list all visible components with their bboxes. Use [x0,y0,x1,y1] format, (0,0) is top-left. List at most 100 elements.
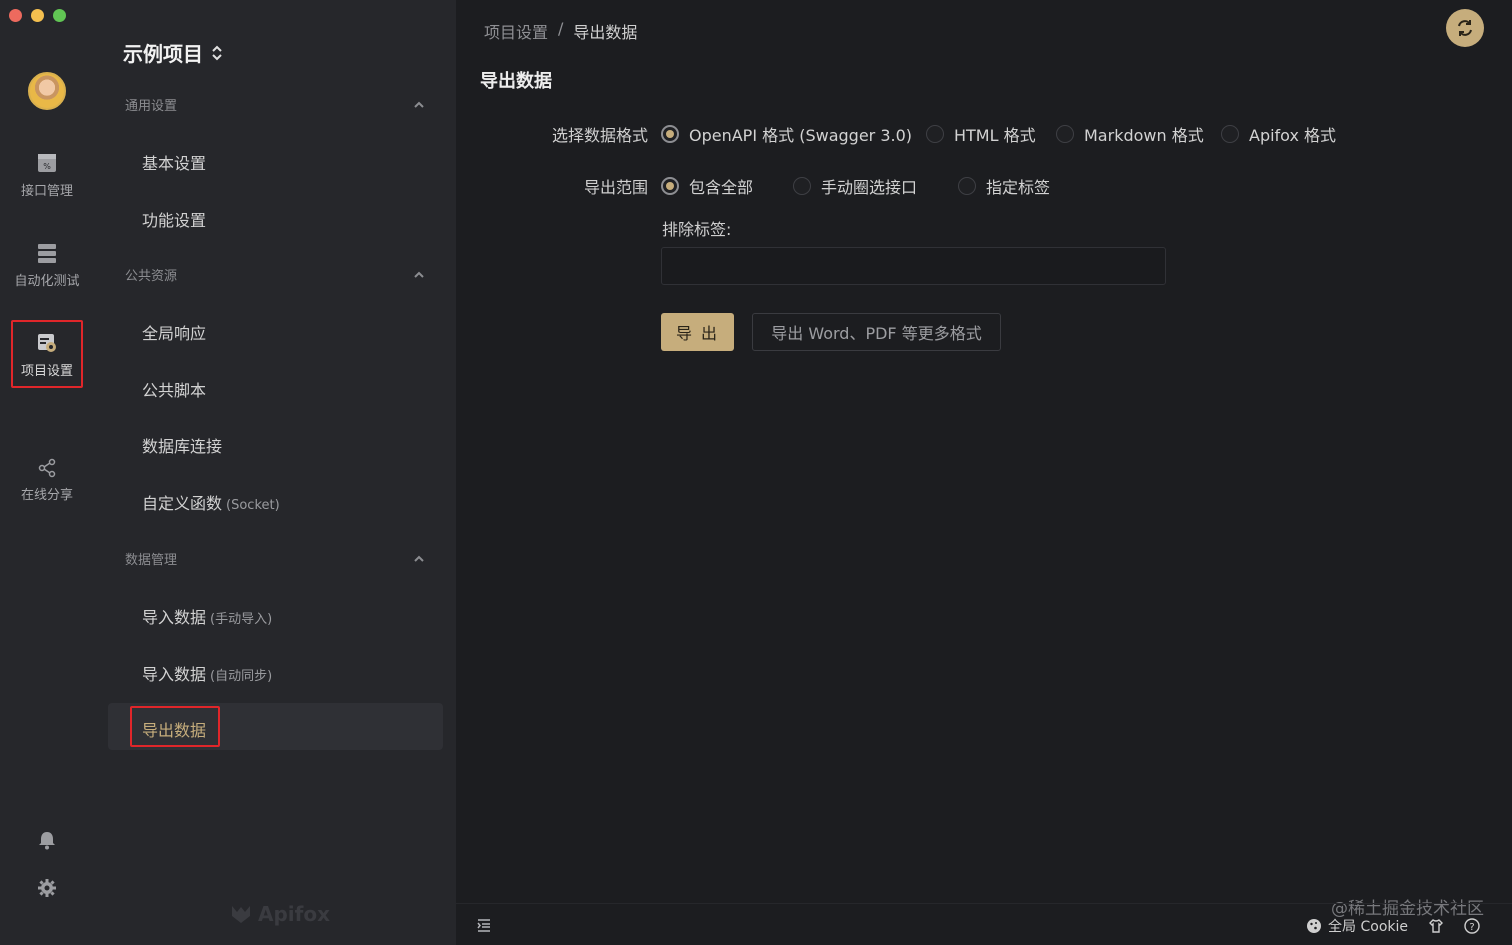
rail-item-automation[interactable]: 自动化测试 [0,242,94,289]
apifox-logo-icon [232,906,250,923]
exclude-tags-label: 排除标签: [662,220,732,239]
radio-indicator [661,177,679,195]
radio-indicator [958,177,976,195]
menu-item-label: 数据库连接 [142,437,223,456]
highlight-box [11,320,83,388]
menu-item-label: 全局响应 [142,324,207,343]
share-icon [38,458,56,478]
breadcrumb-item[interactable]: 项目设置 [484,19,548,43]
radio-format-markdown[interactable]: Markdown 格式 [1056,122,1204,146]
menu-item-sublabel: (手动导入) [210,612,273,627]
rail-item-project-settings[interactable]: 项目设置 [0,320,94,388]
menu-item-label: 公共脚本 [142,381,207,400]
status-right: 全局 Cookie ? [1306,916,1480,936]
bell-icon [39,832,55,850]
menu-item-import-auto[interactable]: 导入数据 (自动同步) [142,661,272,685]
menu-item-custom-functions[interactable]: 自定义函数 (Socket) [142,490,280,514]
app-window: % 接口管理 自动化测试 项目设置 在线分享 示例项目 通用设置 基本设置 功能… [0,0,1512,945]
radio-scope-manual[interactable]: 手动圈选接口 [793,174,917,198]
radio-scope-tags[interactable]: 指定标签 [958,174,1050,198]
status-bar: 全局 Cookie ? [456,903,1512,945]
theme-button[interactable] [1428,918,1444,934]
menu-item-label: 基本设置 [142,154,207,173]
global-cookie-button[interactable]: 全局 Cookie [1306,916,1408,936]
breadcrumb: 项目设置 / 导出数据 [484,19,637,43]
breadcrumb-current: 导出数据 [573,23,638,42]
settings-panel: 示例项目 通用设置 基本设置 功能设置 公共资源 全局响应 公共脚本 数据库连接… [94,0,456,945]
radio-label: Apifox 格式 [1249,126,1337,145]
radio-label: HTML 格式 [954,126,1036,145]
rail-item-api[interactable]: % 接口管理 [0,152,94,199]
menu-item-public-scripts[interactable]: 公共脚本 [142,377,206,401]
breadcrumb-separator: / [558,19,564,38]
rail-item-share[interactable]: 在线分享 [0,458,94,503]
brand-logo: Apifox [230,902,330,926]
settings-button[interactable] [0,878,94,904]
menu-item-feature-settings[interactable]: 功能设置 [142,207,206,231]
radio-scope-all[interactable]: 包含全部 [661,174,753,198]
scope-label: 导出范围 [583,178,648,197]
chevron-up-icon [414,101,424,108]
rail-item-label: 接口管理 [20,184,73,199]
menu-item-label: 自定义函数 [142,494,223,513]
section-general-settings[interactable]: 通用设置 [125,95,425,114]
menu-item-sublabel: (自动同步) [210,669,273,684]
section-public-resources[interactable]: 公共资源 [125,265,425,284]
menu-item-basic-settings[interactable]: 基本设置 [142,150,206,174]
close-window-button[interactable] [9,9,22,22]
help-button[interactable]: ? [1464,918,1480,934]
notifications-button[interactable] [0,830,94,856]
menu-item-global-response[interactable]: 全局响应 [142,320,206,344]
left-rail: % 接口管理 自动化测试 项目设置 在线分享 [0,0,94,945]
radio-indicator [926,125,944,143]
radio-label: 指定标签 [986,178,1051,197]
exclude-tags-input[interactable] [661,247,1166,285]
project-switcher[interactable]: 示例项目 [123,38,223,67]
project-title: 示例项目 [123,42,203,66]
radio-label: Markdown 格式 [1084,126,1204,145]
chevron-updown-icon [212,45,222,60]
brand-name: Apifox [258,902,330,926]
radio-format-apifox[interactable]: Apifox 格式 [1221,122,1336,146]
menu-item-import-manual[interactable]: 导入数据 (手动导入) [142,604,272,628]
format-label: 选择数据格式 [551,126,648,145]
section-title: 通用设置 [125,99,178,114]
avatar[interactable] [28,72,66,110]
menu-item-label: 功能设置 [142,211,207,230]
menu-item-database-connection[interactable]: 数据库连接 [142,433,222,457]
radio-format-openapi[interactable]: OpenAPI 格式 (Swagger 3.0) [661,122,912,146]
main-content: 项目设置 / 导出数据 导出数据 选择数据格式 OpenAPI 格式 (Swag… [456,0,1512,945]
api-icon: % [38,154,56,172]
export-button[interactable]: 导 出 [661,313,734,351]
export-more-formats-button[interactable]: 导出 Word、PDF 等更多格式 [752,313,1001,351]
rail-item-label: 自动化测试 [14,274,80,289]
section-data-management[interactable]: 数据管理 [125,549,425,568]
radio-indicator [1221,125,1239,143]
chevron-up-icon [414,555,424,562]
radio-label: 包含全部 [689,178,754,197]
menu-item-label: 导入数据 [142,665,207,684]
section-title: 公共资源 [125,269,178,284]
radio-format-html[interactable]: HTML 格式 [926,122,1036,146]
minimize-window-button[interactable] [31,9,44,22]
menu-item-label: 导入数据 [142,608,207,627]
help-icon: ? [1464,918,1480,934]
radio-label: 手动圈选接口 [821,178,918,197]
test-icon [38,244,56,263]
indent-icon [477,919,490,932]
toggle-sidebar-button[interactable] [476,917,492,937]
radio-indicator [1056,125,1074,143]
section-title: 数据管理 [125,553,178,568]
sync-button[interactable] [1446,9,1484,47]
radio-label: OpenAPI 格式 (Swagger 3.0) [689,126,913,145]
page-title: 导出数据 [480,71,552,92]
zoom-window-button[interactable] [53,9,66,22]
chevron-up-icon [414,271,424,278]
gear-icon [38,879,56,897]
menu-item-export-data[interactable]: 导出数据 [142,717,206,741]
cookie-label: 全局 Cookie [1328,919,1408,935]
traffic-lights [9,9,66,22]
shirt-icon [1429,919,1443,933]
menu-item-label: 导出数据 [142,721,207,740]
menu-item-sublabel: (Socket) [226,498,280,513]
